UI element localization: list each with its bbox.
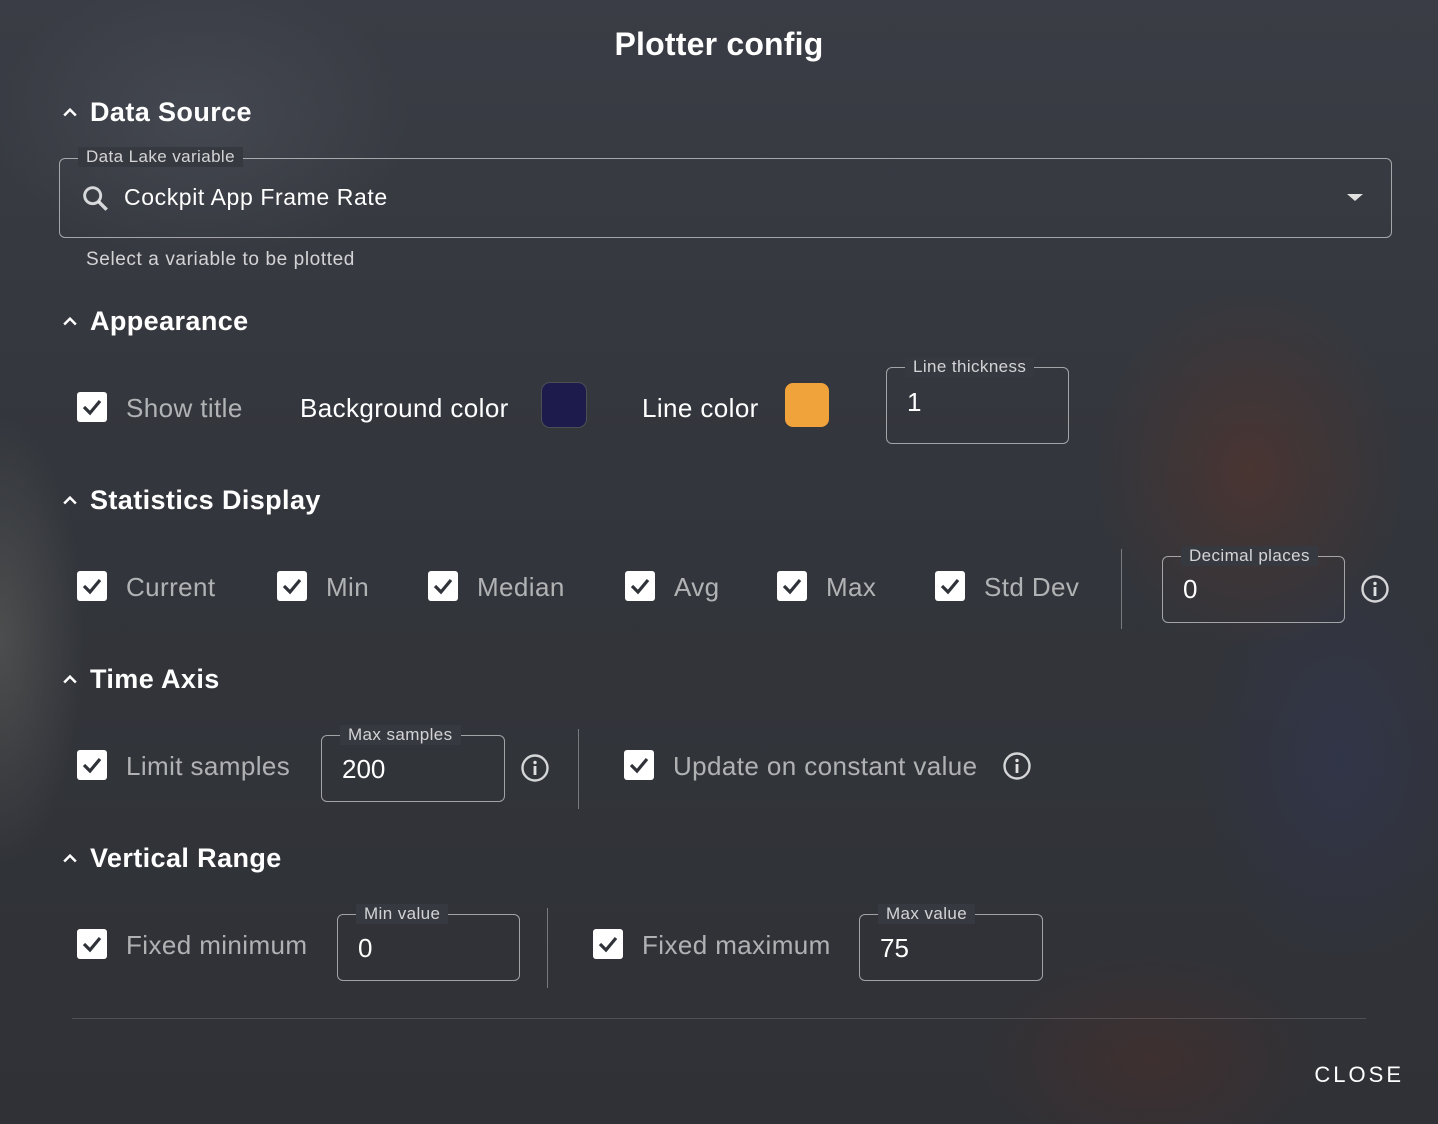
chevron-up-icon: [63, 674, 77, 683]
info-icon[interactable]: [520, 753, 550, 783]
check-icon: [82, 757, 102, 774]
stat-median-label: Median: [477, 572, 565, 602]
chevron-up-icon: [63, 853, 77, 862]
fixed-minimum-label: Fixed minimum: [126, 930, 308, 960]
check-icon: [433, 578, 453, 595]
chevron-up-icon: [63, 495, 77, 504]
check-icon: [282, 578, 302, 595]
footer-divider: [72, 1018, 1366, 1019]
max-value: 75: [880, 933, 909, 963]
stat-current-checkbox[interactable]: [77, 571, 107, 601]
show-title-label: Show title: [126, 393, 243, 423]
decimal-places-value: 0: [1183, 574, 1198, 604]
field-label: Line thickness: [905, 357, 1035, 377]
info-icon[interactable]: [1002, 751, 1032, 781]
section-title: Statistics Display: [90, 485, 321, 515]
variable-value: Cockpit App Frame Rate: [124, 184, 388, 210]
section-header-appearance[interactable]: Appearance: [60, 306, 249, 337]
dialog-title: Plotter config: [614, 26, 824, 62]
field-label: Max samples: [340, 725, 461, 745]
max-samples-field[interactable]: Max samples 200: [321, 725, 505, 802]
stat-std-dev-checkbox[interactable]: [935, 571, 965, 601]
divider: [578, 729, 579, 809]
info-icon[interactable]: [1360, 574, 1390, 604]
close-button[interactable]: CLOSE: [1314, 1062, 1404, 1088]
chevron-up-icon: [63, 107, 77, 116]
check-icon: [940, 578, 960, 595]
check-icon: [598, 936, 618, 953]
decimal-places-field[interactable]: Decimal places 0: [1162, 546, 1345, 623]
fixed-maximum-label: Fixed maximum: [642, 930, 831, 960]
variable-hint: Select a variable to be plotted: [86, 249, 355, 270]
background-color-label: Background color: [300, 393, 509, 423]
limit-samples-checkbox[interactable]: [77, 750, 107, 780]
field-label: Min value: [356, 904, 449, 924]
section-header-data-source[interactable]: Data Source: [60, 97, 252, 128]
update-constant-checkbox[interactable]: [624, 750, 654, 780]
max-samples-value: 200: [342, 754, 386, 784]
check-icon: [82, 936, 102, 953]
stat-median-checkbox[interactable]: [428, 571, 458, 601]
stat-min-label: Min: [326, 572, 370, 602]
check-icon: [630, 578, 650, 595]
line-color-label: Line color: [642, 393, 759, 423]
fixed-minimum-checkbox[interactable]: [77, 929, 107, 959]
check-icon: [82, 578, 102, 595]
check-icon: [629, 757, 649, 774]
divider: [1121, 549, 1122, 629]
limit-samples-label: Limit samples: [126, 751, 291, 781]
field-label: Data Lake variable: [78, 147, 243, 167]
line-color-swatch[interactable]: [785, 383, 829, 427]
line-thickness-value: 1: [907, 387, 922, 417]
field-label: Decimal places: [1181, 546, 1318, 566]
section-title: Data Source: [90, 97, 252, 127]
section-header-time-axis[interactable]: Time Axis: [60, 664, 220, 695]
check-icon: [82, 399, 102, 416]
divider: [547, 908, 548, 988]
stat-avg-checkbox[interactable]: [625, 571, 655, 601]
background-color-swatch[interactable]: [542, 383, 586, 427]
section-title: Vertical Range: [90, 843, 282, 873]
section-header-vertical-range[interactable]: Vertical Range: [60, 843, 282, 874]
section-title: Time Axis: [90, 664, 220, 694]
section-title: Appearance: [90, 306, 249, 336]
show-title-checkbox[interactable]: [77, 392, 107, 422]
stat-current-label: Current: [126, 572, 216, 602]
min-value: 0: [358, 933, 373, 963]
max-value-field[interactable]: Max value 75: [859, 904, 1043, 981]
field-label: Max value: [878, 904, 976, 924]
fixed-maximum-checkbox[interactable]: [593, 929, 623, 959]
stat-max-label: Max: [826, 572, 877, 602]
stat-max-checkbox[interactable]: [777, 571, 807, 601]
chevron-up-icon: [63, 316, 77, 325]
stat-avg-label: Avg: [674, 572, 720, 602]
data-lake-variable-select[interactable]: Data Lake variable Cockpit App Frame Rat…: [59, 147, 1392, 238]
min-value-field[interactable]: Min value 0: [337, 904, 520, 981]
update-constant-label: Update on constant value: [673, 751, 978, 781]
stat-std-dev-label: Std Dev: [984, 572, 1080, 602]
check-icon: [782, 578, 802, 595]
dropdown-arrow-icon[interactable]: [1345, 191, 1365, 203]
search-icon: [83, 186, 108, 211]
stat-min-checkbox[interactable]: [277, 571, 307, 601]
section-header-statistics[interactable]: Statistics Display: [60, 485, 321, 516]
line-thickness-field[interactable]: Line thickness 1: [886, 357, 1069, 444]
